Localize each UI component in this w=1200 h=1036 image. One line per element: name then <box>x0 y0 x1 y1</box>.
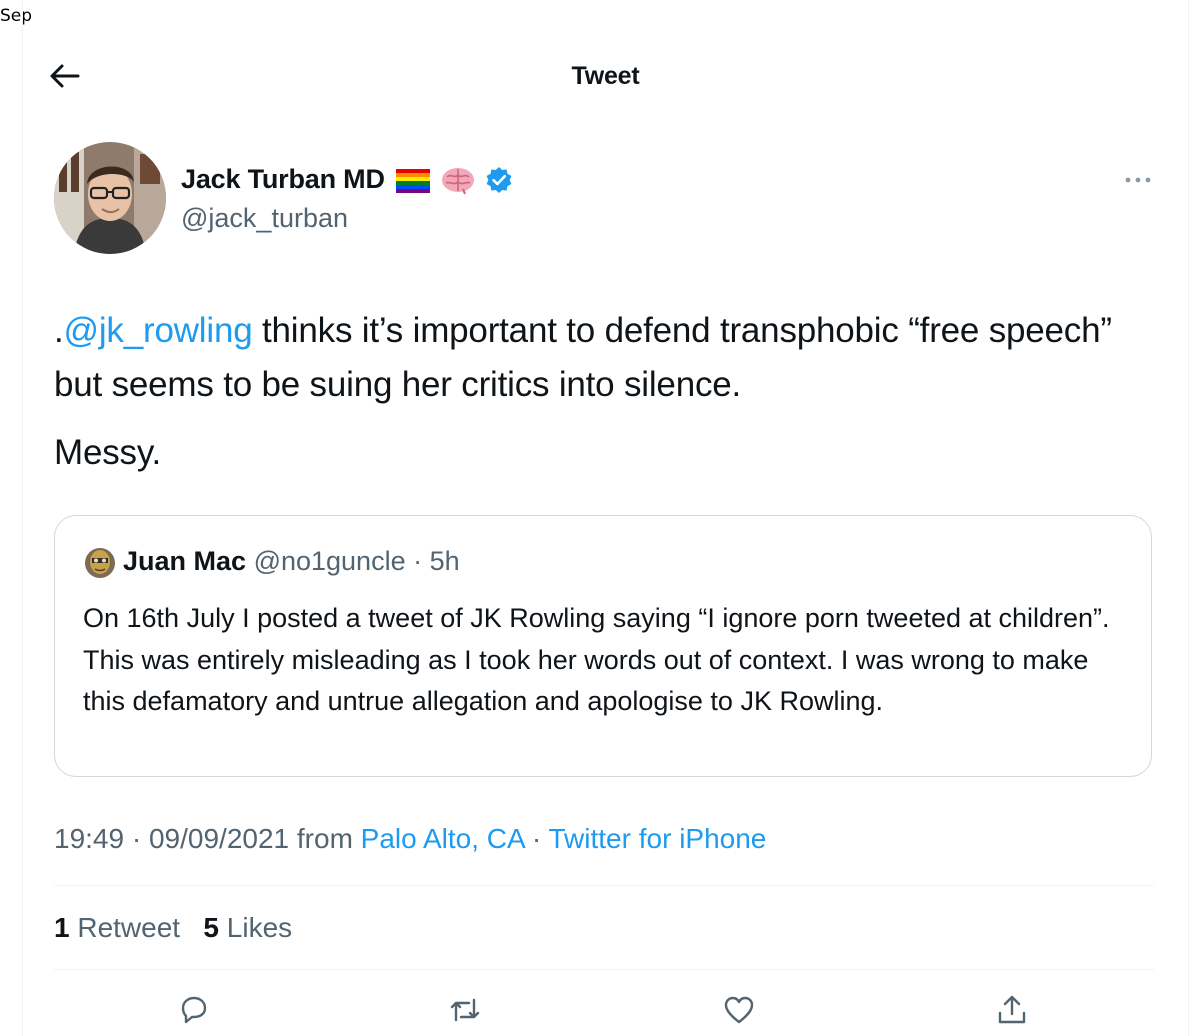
mention-link[interactable]: @jk_rowling <box>64 311 253 350</box>
verified-badge-icon <box>486 166 512 193</box>
meta-separator: · <box>124 823 149 854</box>
tweet-meta: 19:49 · 09/09/2021 from Palo Alto, CA · … <box>54 823 766 855</box>
page-title: Tweet <box>571 62 640 90</box>
author-avatar-image <box>54 142 166 254</box>
corner-label: Sep <box>0 6 33 26</box>
author-name: Jack Turban MD <box>181 164 385 194</box>
likes-stat[interactable]: 5 Likes <box>203 912 292 943</box>
author-avatar[interactable] <box>54 142 166 254</box>
like-button[interactable] <box>722 993 756 1027</box>
tweet-page: Sep Tweet Jack Turban MD @jack_turban .@… <box>0 0 1200 1036</box>
tweet-stats: 1 Retweet 5 Likes <box>54 912 292 944</box>
left-column-divider <box>22 0 23 1036</box>
share-icon <box>998 995 1026 1024</box>
quote-avatar-image <box>85 548 115 578</box>
retweets-count: 1 <box>54 912 70 943</box>
likes-count: 5 <box>203 912 219 943</box>
right-column-divider <box>1188 0 1189 1036</box>
tweet-text-prefix: . <box>54 311 64 350</box>
location-link[interactable]: Palo Alto, CA <box>361 823 524 854</box>
top-header: Tweet <box>23 38 1188 114</box>
quote-author-handle: @no1guncle <box>253 546 406 576</box>
brain-icon <box>441 167 474 194</box>
likes-label: Likes <box>219 912 293 943</box>
share-button[interactable] <box>995 993 1029 1027</box>
divider <box>54 885 1154 886</box>
retweets-label: Retweet <box>69 912 181 943</box>
tweet-date[interactable]: 09/09/2021 <box>149 823 289 854</box>
quote-author-name: Juan Mac <box>123 546 247 576</box>
author-handle[interactable]: @jack_turban <box>181 203 348 234</box>
retweets-stat[interactable]: 1 Retweet <box>54 912 180 943</box>
tweet-actions <box>54 985 1154 1035</box>
from-label: from <box>289 823 361 854</box>
more-options-button[interactable] <box>1122 168 1154 192</box>
rainbow-flag-icon <box>395 168 430 193</box>
reply-button[interactable] <box>177 993 211 1027</box>
tweet-text: .@jk_rowling thinks it’s important to de… <box>54 304 1164 480</box>
heart-icon <box>724 996 754 1024</box>
retweet-icon <box>450 998 480 1022</box>
retweet-button[interactable] <box>448 993 482 1027</box>
tweet-paragraph-second: Messy. <box>54 433 162 472</box>
quoted-tweet-card[interactable]: Juan Mac @no1guncle · 5h On 16th July I … <box>54 515 1152 777</box>
quote-timestamp: 5h <box>429 546 460 576</box>
quote-separator: · <box>405 546 430 576</box>
client-link[interactable]: Twitter for iPhone <box>549 823 767 854</box>
tweet-time[interactable]: 19:49 <box>54 823 124 854</box>
quote-text: On 16th July I posted a tweet of JK Rowl… <box>83 603 1110 716</box>
divider <box>54 969 1154 970</box>
tweet-paragraph: .@jk_rowling thinks it’s important to de… <box>54 304 1164 412</box>
more-dots-icon <box>1125 177 1151 183</box>
quote-header: Juan Mac @no1guncle · 5h <box>123 546 460 577</box>
meta-separator-2: · <box>524 823 549 854</box>
author-name-row[interactable]: Jack Turban MD <box>181 164 513 195</box>
reply-icon <box>181 996 207 1024</box>
quote-author-avatar <box>85 548 115 578</box>
